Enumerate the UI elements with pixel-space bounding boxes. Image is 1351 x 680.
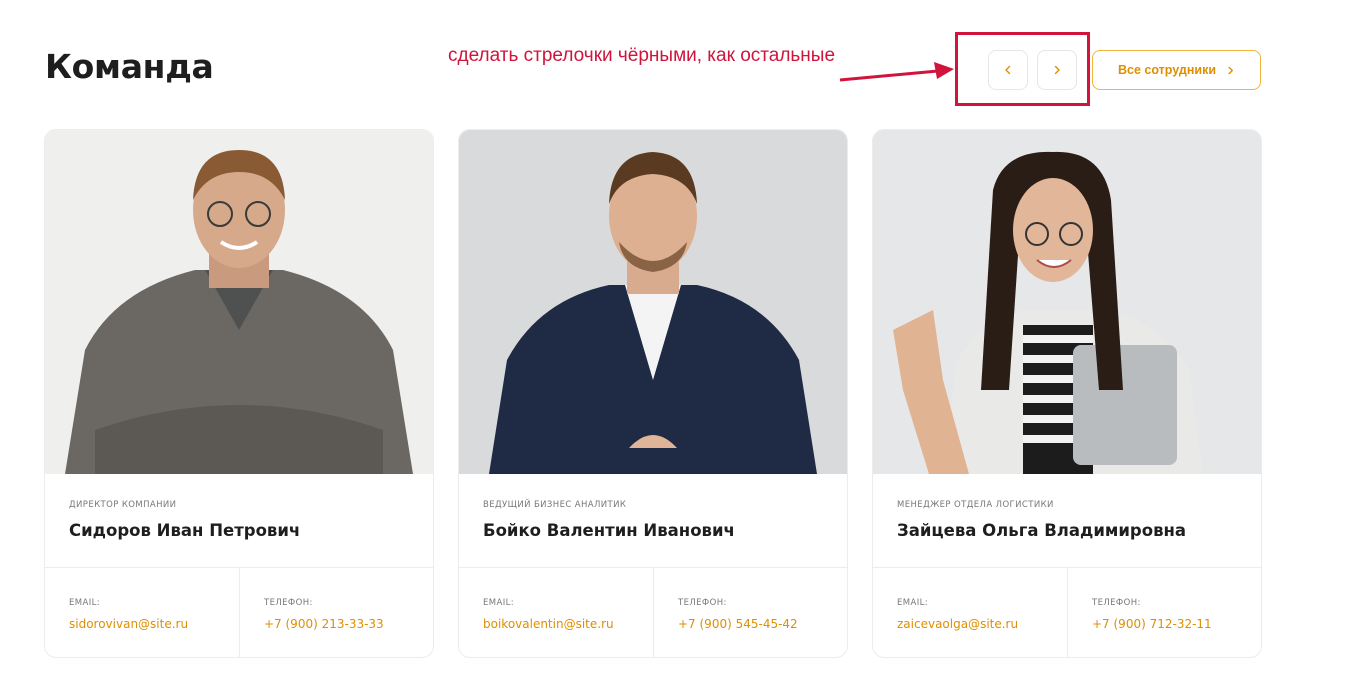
phone-link[interactable]: +7 (900) 712-32-11 <box>1092 617 1212 631</box>
employee-role: МЕНЕДЖЕР ОТДЕЛА ЛОГИСТИКИ <box>897 500 1054 510</box>
employee-photo <box>45 130 433 474</box>
employee-contacts: EMAIL: sidorovivan@site.ru ТЕЛЕФОН: +7 (… <box>45 567 433 657</box>
phone-label: ТЕЛЕФОН: <box>1092 598 1141 608</box>
employee-name: Зайцева Ольга Владимировна <box>897 521 1187 540</box>
email-link[interactable]: zaicevaolga@site.ru <box>897 617 1018 631</box>
phone-block: ТЕЛЕФОН: +7 (900) 545-45-42 <box>654 568 847 657</box>
employee-photo <box>459 130 847 474</box>
phone-label: ТЕЛЕФОН: <box>264 598 313 608</box>
email-link[interactable]: sidorovivan@site.ru <box>69 617 188 631</box>
employee-card: ДИРЕКТОР КОМПАНИИ Сидоров Иван Петрович … <box>44 129 434 658</box>
employee-card: МЕНЕДЖЕР ОТДЕЛА ЛОГИСТИКИ Зайцева Ольга … <box>872 129 1262 658</box>
chevron-left-icon <box>1005 65 1011 75</box>
email-block: EMAIL: zaicevaolga@site.ru <box>873 568 1068 657</box>
phone-label: ТЕЛЕФОН: <box>678 598 727 608</box>
phone-block: ТЕЛЕФОН: +7 (900) 712-32-11 <box>1068 568 1261 657</box>
employee-role: ВЕДУЩИЙ БИЗНЕС АНАЛИТИК <box>483 500 627 510</box>
employee-contacts: EMAIL: zaicevaolga@site.ru ТЕЛЕФОН: +7 (… <box>873 567 1261 657</box>
employee-photo <box>873 130 1261 474</box>
page-title: Команда <box>45 47 214 86</box>
all-employees-label: Все сотрудники <box>1117 63 1217 77</box>
employee-name: Бойко Валентин Иванович <box>483 521 735 540</box>
phone-link[interactable]: +7 (900) 545-45-42 <box>678 617 798 631</box>
carousel-prev-button[interactable] <box>988 50 1028 90</box>
email-link[interactable]: boikovalentin@site.ru <box>483 617 614 631</box>
employee-role: ДИРЕКТОР КОМПАНИИ <box>69 500 177 510</box>
email-block: EMAIL: boikovalentin@site.ru <box>459 568 654 657</box>
phone-block: ТЕЛЕФОН: +7 (900) 213-33-33 <box>240 568 433 657</box>
chevron-right-icon <box>1054 65 1060 75</box>
phone-link[interactable]: +7 (900) 213-33-33 <box>264 617 384 631</box>
annotation-arrow <box>839 62 954 82</box>
employee-contacts: EMAIL: boikovalentin@site.ru ТЕЛЕФОН: +7… <box>459 567 847 657</box>
email-block: EMAIL: sidorovivan@site.ru <box>45 568 240 657</box>
employee-card: ВЕДУЩИЙ БИЗНЕС АНАЛИТИК Бойко Валентин И… <box>458 129 848 658</box>
email-label: EMAIL: <box>483 598 515 608</box>
all-employees-button[interactable]: Все сотрудники <box>1092 50 1261 90</box>
chevron-right-icon <box>1228 66 1233 74</box>
carousel-next-button[interactable] <box>1037 50 1077 90</box>
annotation-note: сделать стрелочки чёрными, как остальные <box>448 45 836 66</box>
email-label: EMAIL: <box>897 598 929 608</box>
email-label: EMAIL: <box>69 598 101 608</box>
employee-name: Сидоров Иван Петрович <box>69 521 301 540</box>
